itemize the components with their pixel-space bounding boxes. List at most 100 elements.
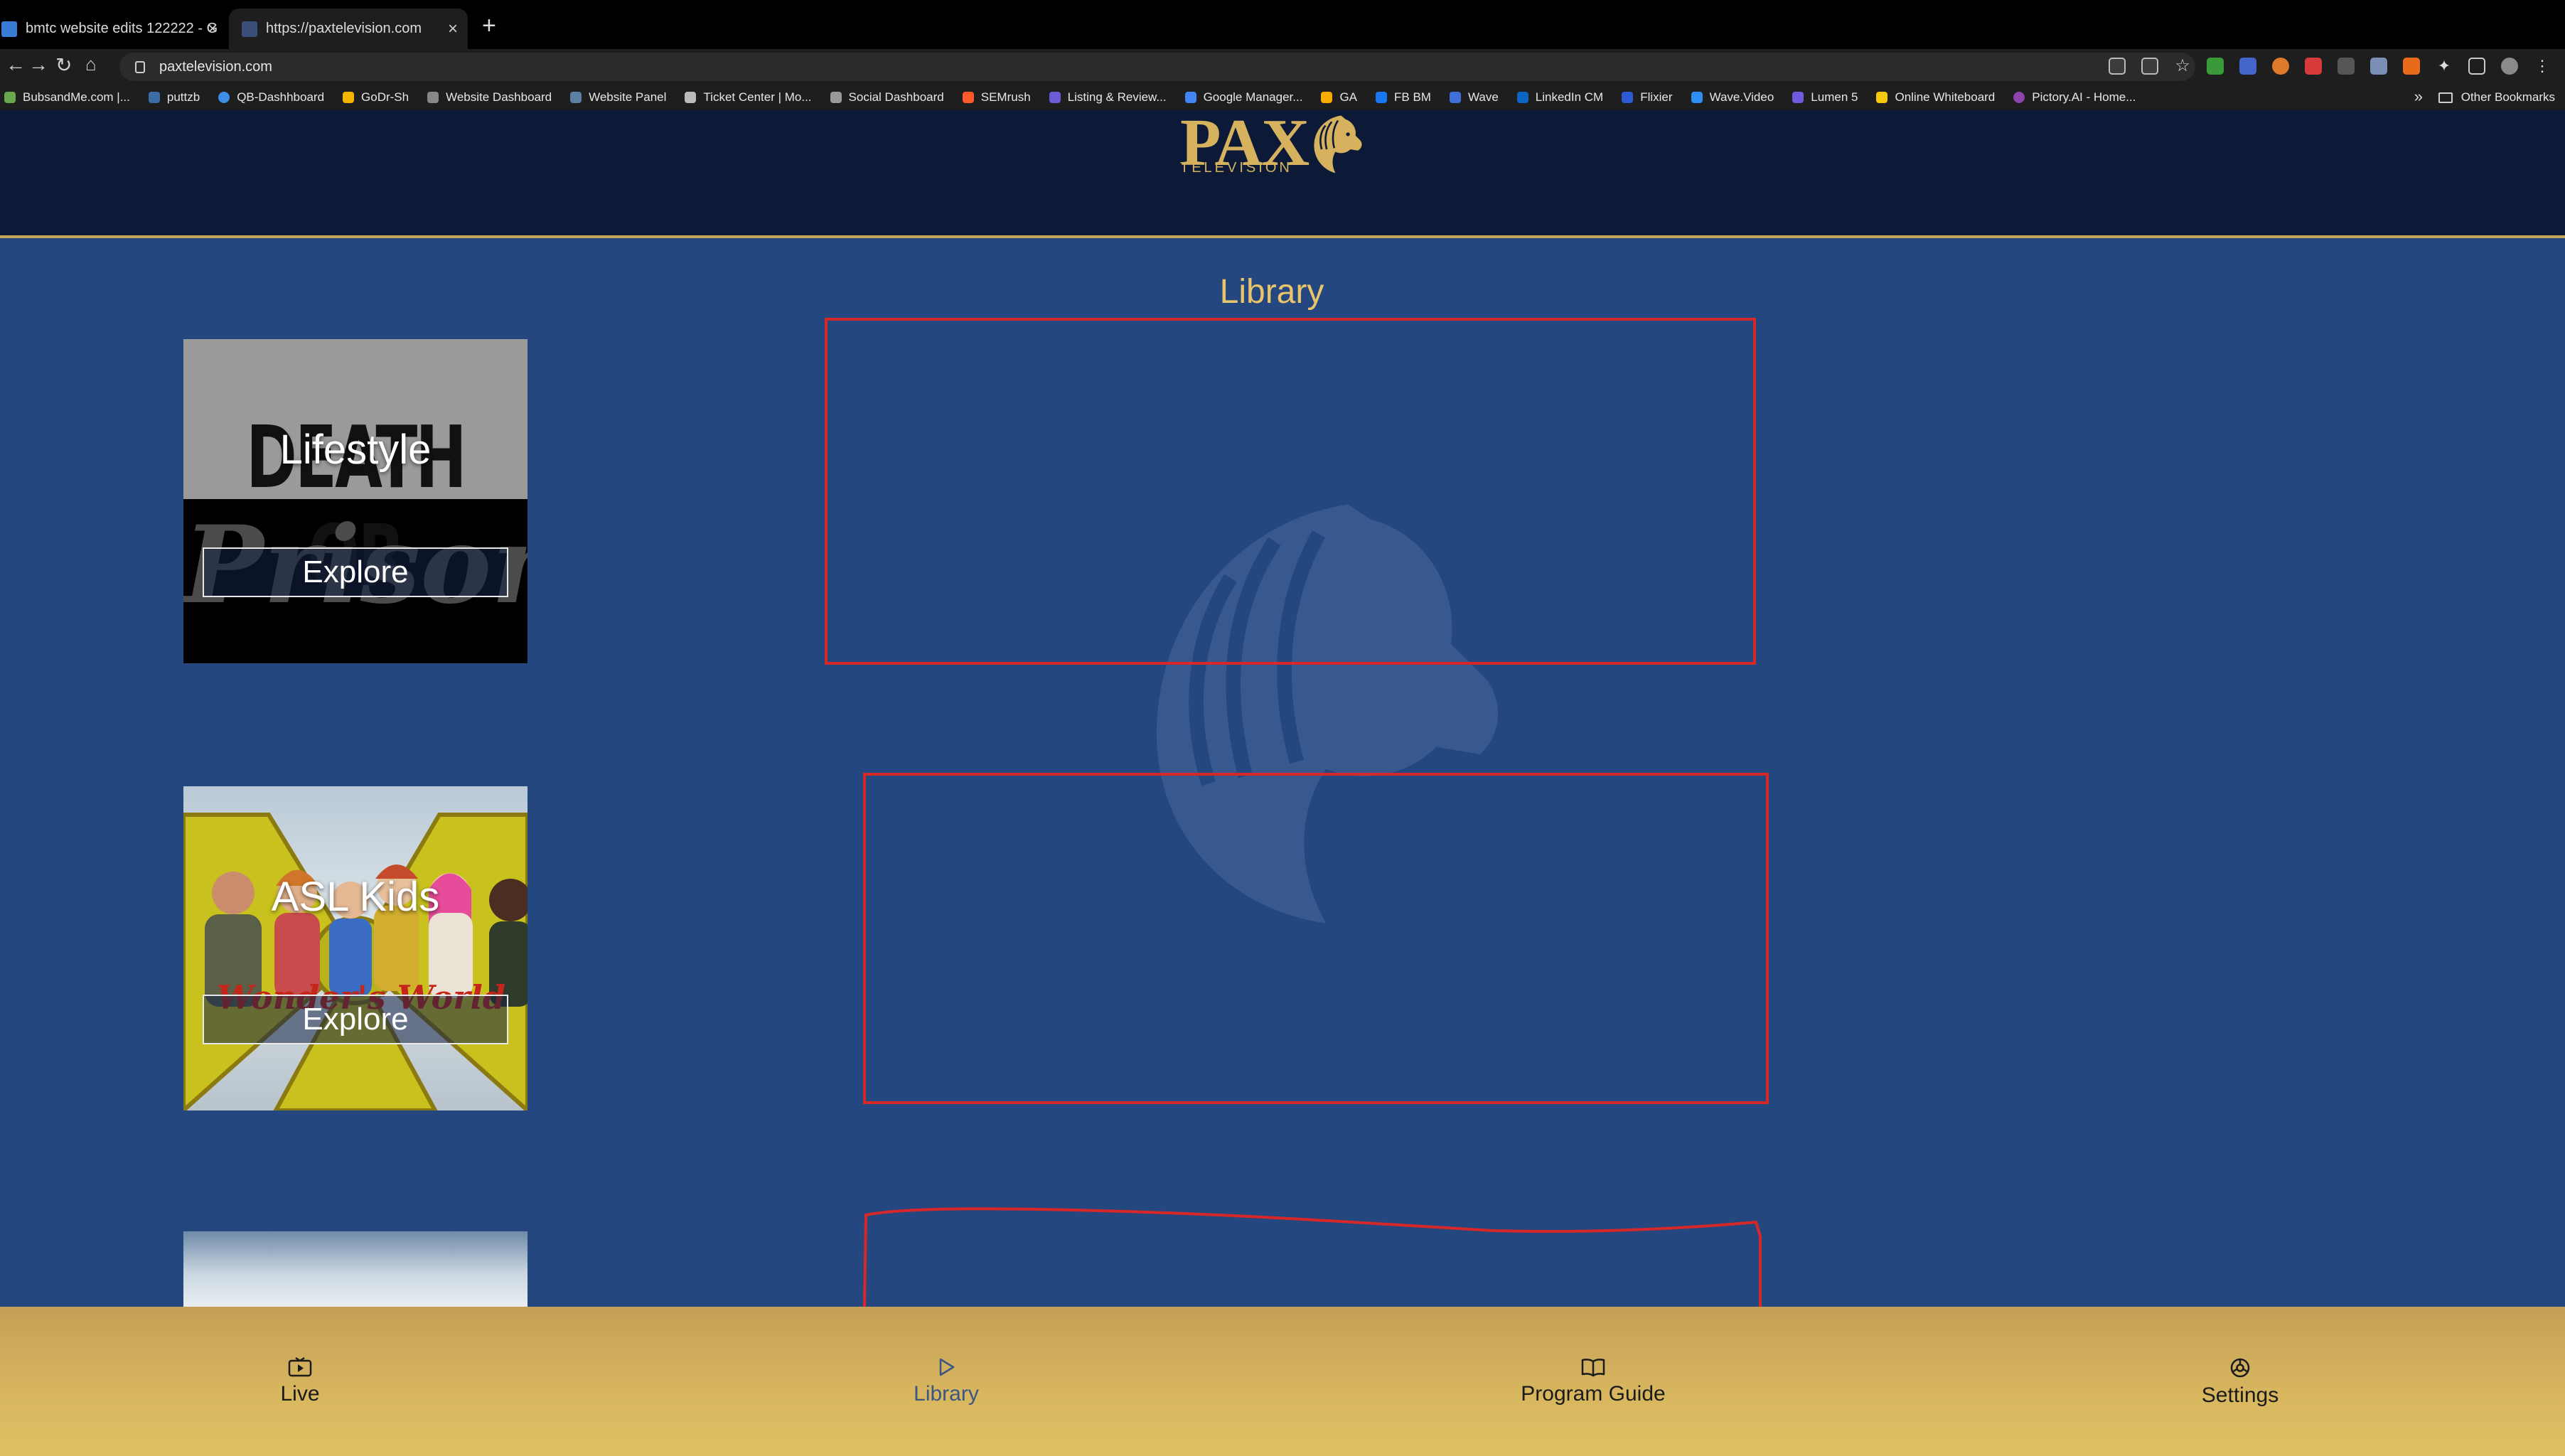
bookmark-label: Ticket Center | Mo...	[703, 90, 812, 104]
bookmark-label: Pictory.AI - Home...	[2032, 90, 2136, 104]
bookmark[interactable]: Listing & Review...	[1049, 90, 1167, 105]
bookmark-icon	[1049, 92, 1061, 103]
nav-live[interactable]: Live	[158, 1356, 442, 1406]
close-tab-icon[interactable]: ×	[448, 19, 458, 39]
address-bar[interactable]: paxtelevision.com	[119, 53, 2195, 81]
bookmarks-overflow-button[interactable]: »	[2414, 87, 2423, 106]
site-header: PAX TELEVISION	[0, 107, 2565, 238]
bookmark[interactable]: Website Dashboard	[427, 90, 552, 105]
category-thumbnail: DEATH OR Prison	[183, 339, 528, 663]
category-title: ASL Kids	[271, 874, 440, 920]
tv-play-icon	[288, 1356, 312, 1377]
bookmark-icon	[1792, 92, 1804, 103]
settings-icon	[2230, 1358, 2250, 1378]
bookmark-icon	[1622, 92, 1634, 103]
tab-title: bmtc website edits 122222 - G	[26, 21, 218, 36]
browser-tab-bar: bmtc website edits 122222 - G × https://…	[0, 0, 2565, 49]
bookmark[interactable]: Wave.Video	[1691, 90, 1774, 105]
bookmark-label: puttzb	[166, 90, 200, 104]
bookmark-label: GoDr-Sh	[361, 90, 409, 104]
logo-subtitle: TELEVISION	[1180, 160, 1292, 176]
library-page: Library DEATH OR Prison Lifestyle Explor…	[0, 241, 2565, 1307]
pax-logo[interactable]: PAX TELEVISION	[1180, 107, 1365, 178]
extension-icon[interactable]	[2239, 58, 2256, 75]
new-tab-icon[interactable]: +	[482, 11, 496, 40]
explore-button[interactable]: Explore	[203, 547, 508, 597]
browser-toolbar: ← → ↻ ⌂ paxtelevision.com ☆ ✦ ⋮	[0, 49, 2565, 85]
bookmark[interactable]: FB BM	[1376, 90, 1431, 105]
other-bookmarks[interactable]: Other Bookmarks	[2438, 90, 2555, 105]
share-icon[interactable]	[2141, 58, 2158, 75]
menu-icon[interactable]: ⋮	[2534, 58, 2551, 75]
bookmark[interactable]: GA	[1321, 90, 1357, 105]
bookmark-icon	[148, 92, 160, 103]
bookmark-label: FB BM	[1394, 90, 1431, 104]
bookmark-label: QB-Dashhboard	[237, 90, 325, 104]
bookmark-label: BubsandMe.com |...	[23, 90, 130, 104]
bookmark-icon	[830, 92, 842, 103]
bookmark-label: Online Whiteboard	[1895, 90, 1996, 104]
bookmark-label: LinkedIn CM	[1535, 90, 1604, 104]
category-title: Lifestyle	[279, 427, 432, 473]
nav-library[interactable]: Library	[804, 1356, 1088, 1406]
bookmark[interactable]: puttzb	[148, 90, 200, 105]
bookmark[interactable]: Social Dashboard	[830, 90, 944, 105]
category-thumbnail: Wonder's World	[183, 786, 528, 1110]
bookmark-icon	[4, 92, 16, 103]
bookmark[interactable]: QB-Dashhboard	[218, 90, 324, 105]
reload-icon[interactable]: ↻	[55, 53, 72, 77]
bookmark-label: Google Manager...	[1203, 90, 1303, 104]
extension-icons: ☆ ✦ ⋮	[2109, 58, 2551, 75]
bookmark[interactable]: Wave	[1449, 90, 1499, 105]
nav-program-guide[interactable]: Program Guide	[1451, 1356, 1735, 1406]
extension-icon[interactable]	[2207, 58, 2224, 75]
extension-icon[interactable]	[2370, 58, 2387, 75]
lion-icon	[1314, 115, 1362, 173]
bookmark[interactable]: Flixier	[1622, 90, 1673, 105]
star-icon[interactable]: ☆	[2174, 58, 2191, 75]
bookmark-icon	[2013, 92, 2025, 103]
forward-icon[interactable]: →	[28, 53, 48, 76]
nav-settings[interactable]: Settings	[2098, 1356, 2382, 1408]
extension-icon[interactable]	[2338, 58, 2355, 75]
bookmark[interactable]: BubsandMe.com |...	[4, 90, 130, 105]
bookmark[interactable]: Ticket Center | Mo...	[685, 90, 812, 105]
category-card[interactable]	[183, 1231, 528, 1307]
close-tab-icon[interactable]: ×	[208, 19, 218, 39]
bookmark[interactable]: GoDr-Sh	[343, 90, 409, 105]
bookmark[interactable]: LinkedIn CM	[1516, 90, 1604, 105]
extension-icon[interactable]	[2272, 58, 2289, 75]
back-icon[interactable]: ←	[6, 53, 26, 76]
browser-tab[interactable]: bmtc website edits 122222 - G ×	[0, 9, 227, 49]
nav-label: Live	[280, 1382, 320, 1406]
sidebar-icon[interactable]	[2468, 58, 2485, 75]
lock-icon	[135, 60, 145, 73]
explore-button[interactable]: Explore	[203, 995, 508, 1044]
bookmark[interactable]: Online Whiteboard	[1876, 90, 1995, 105]
home-icon[interactable]: ⌂	[85, 53, 97, 75]
bookmark-label: Website Panel	[589, 90, 667, 104]
bookmark[interactable]: Google Manager...	[1184, 90, 1303, 105]
bookmark-icon	[962, 92, 974, 103]
puzzle-icon[interactable]: ✦	[2436, 58, 2453, 75]
avatar[interactable]	[2501, 58, 2518, 75]
bookmark-label: Lumen 5	[1811, 90, 1858, 104]
bookmark-icon	[1516, 92, 1528, 103]
bookmark[interactable]: Website Panel	[570, 90, 666, 105]
category-card-lifestyle[interactable]: DEATH OR Prison Lifestyle Explore	[183, 339, 528, 663]
browser-tab-active[interactable]: https://paxtelevision.com ×	[229, 9, 468, 49]
bookmark-label: GA	[1339, 90, 1357, 104]
category-card-asl-kids[interactable]: Wonder's World ASL Kids Explore	[183, 786, 528, 1110]
play-icon	[939, 1358, 955, 1376]
annotation-box	[863, 1207, 1762, 1307]
extension-icon[interactable]	[2305, 58, 2322, 75]
bookmark-label: Social Dashboard	[848, 90, 944, 104]
bookmark[interactable]: SEMrush	[962, 90, 1031, 105]
bookmark[interactable]: Lumen 5	[1792, 90, 1858, 105]
install-icon[interactable]	[2109, 58, 2126, 75]
bookmark-icon	[1449, 92, 1461, 103]
rss-icon[interactable]	[2403, 58, 2420, 75]
bookmark-label: Wave.Video	[1709, 90, 1774, 104]
bookmark[interactable]: Pictory.AI - Home...	[2013, 90, 2136, 105]
bookmark-label: Website Dashboard	[446, 90, 552, 104]
